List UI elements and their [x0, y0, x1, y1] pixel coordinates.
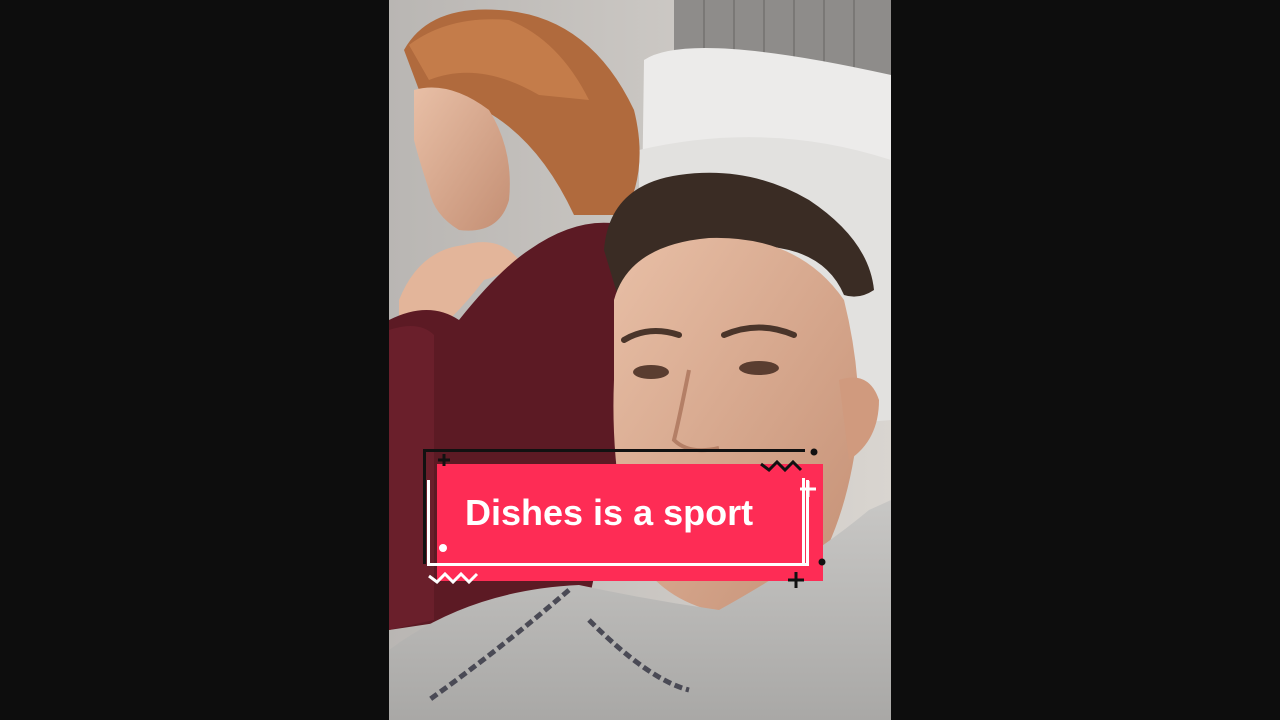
video-player[interactable]: Dishes is a sport [389, 0, 891, 720]
dot-icon [439, 544, 447, 552]
dot-icon [818, 558, 826, 566]
plus-icon [800, 481, 816, 497]
screen: Dishes is a sport [0, 0, 1280, 720]
plus-icon [438, 454, 450, 466]
caption-sticker[interactable]: Dishes is a sport [419, 446, 829, 591]
zigzag-icon [428, 571, 479, 585]
dot-icon [810, 448, 818, 456]
video-frame-image [389, 0, 891, 720]
sticker-decorations [428, 448, 826, 588]
zigzag-icon [760, 459, 803, 473]
plus-icon [788, 572, 804, 588]
